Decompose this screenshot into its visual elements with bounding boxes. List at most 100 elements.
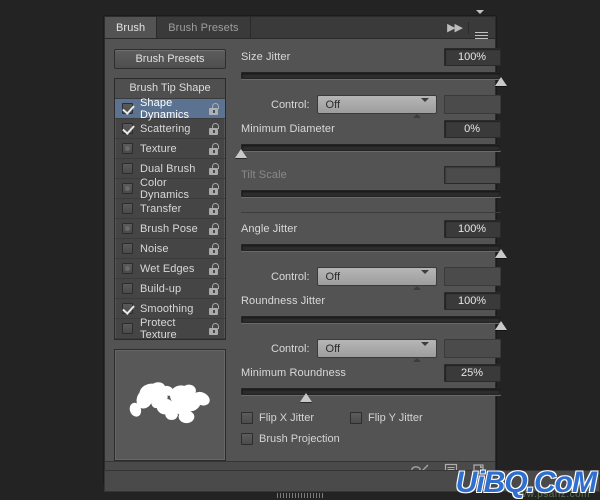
lock-open-icon[interactable] — [209, 262, 220, 275]
lock-open-icon[interactable] — [209, 122, 220, 135]
angle-jitter-row: Angle Jitter 100% — [241, 219, 501, 238]
roundness-jitter-track — [241, 316, 501, 323]
angle-jitter-track — [241, 244, 501, 251]
flip-y-jitter-checkbox[interactable] — [350, 412, 363, 424]
tab-brush-presets[interactable]: Brush Presets — [157, 17, 251, 38]
lock-open-icon[interactable] — [209, 242, 220, 255]
tabbar-tools: ▶▶ — [443, 10, 495, 41]
brush-option-label: Transfer — [140, 202, 182, 215]
angle-control-row: Control: Off — [241, 266, 501, 290]
minimum-diameter-slider[interactable] — [235, 143, 501, 159]
brush-option-checkbox[interactable] — [122, 223, 133, 234]
angle-control-extra-field — [443, 267, 501, 286]
brush-option-checkbox[interactable] — [122, 143, 133, 154]
brush-option-label: Smoothing — [140, 302, 194, 315]
minimum-diameter-knob[interactable] — [235, 149, 247, 158]
angle-jitter-value[interactable]: 100% — [443, 219, 501, 238]
brush-option-checkbox[interactable] — [122, 303, 133, 314]
tilt-scale-value — [443, 165, 501, 184]
lock-open-icon[interactable] — [209, 182, 220, 195]
brush-option-checkbox[interactable] — [122, 183, 133, 194]
brush-option-checkbox[interactable] — [122, 263, 133, 274]
panel-menu-icon[interactable] — [475, 10, 488, 41]
brush-preview-wrap — [114, 349, 226, 461]
brush-option-checkbox[interactable] — [122, 163, 133, 174]
lock-open-icon[interactable] — [209, 102, 220, 115]
brush-option-scattering[interactable]: Scattering — [115, 119, 225, 139]
flip-x-jitter-label: Flip X Jitter — [259, 412, 315, 424]
roundness-jitter-label: Roundness Jitter — [241, 294, 326, 307]
tab-brush[interactable]: Brush — [105, 17, 158, 38]
spinner-icon — [412, 98, 429, 118]
roundness-jitter-slider[interactable] — [241, 315, 507, 331]
watermark-text: UiBQ.CoM — [455, 466, 597, 499]
lock-open-icon[interactable] — [209, 282, 220, 295]
brush-presets-button[interactable]: Brush Presets — [114, 49, 226, 69]
size-jitter-knob[interactable] — [494, 77, 507, 86]
screen: Brush Brush Presets ▶▶ Brush Presets Bru… — [0, 0, 600, 500]
brush-option-label: Brush Pose — [140, 222, 198, 235]
brush-option-texture[interactable]: Texture — [115, 139, 225, 159]
brush-option-label: Dual Brush — [140, 162, 196, 175]
brush-option-label: Protect Texture — [140, 316, 177, 341]
brush-option-build-up[interactable]: Build-up — [115, 279, 225, 299]
size-jitter-value[interactable]: 100% — [443, 47, 501, 66]
brush-option-shape-dynamics[interactable]: Shape Dynamics — [115, 97, 225, 121]
brush-option-noise[interactable]: Noise — [115, 239, 225, 259]
tilt-scale-track — [241, 190, 501, 197]
lock-open-icon[interactable] — [209, 222, 220, 235]
brush-option-color-dynamics[interactable]: Color Dynamics — [115, 176, 225, 201]
minimum-diameter-value[interactable]: 0% — [443, 119, 501, 138]
angle-control-select[interactable]: Off — [316, 267, 437, 290]
angle-jitter-knob[interactable] — [494, 249, 507, 258]
brush-option-checkbox[interactable] — [122, 123, 133, 134]
tabbar-filler — [250, 17, 444, 38]
size-control-select[interactable]: Off — [316, 95, 437, 118]
size-jitter-slider[interactable] — [241, 71, 507, 87]
roundness-jitter-knob[interactable] — [494, 321, 507, 330]
angle-control-value: Off — [325, 271, 341, 283]
brush-option-checkbox[interactable] — [122, 203, 133, 214]
tilt-scale-label: Tilt Scale — [241, 168, 287, 181]
brush-projection-row: Brush Projection — [241, 433, 501, 445]
brush-stroke-shape — [129, 382, 210, 424]
size-control-value: Off — [325, 99, 341, 111]
lock-open-icon[interactable] — [209, 322, 220, 335]
brush-option-checkbox[interactable] — [122, 323, 133, 334]
resize-grip[interactable] — [277, 493, 323, 498]
lock-open-icon[interactable] — [209, 142, 220, 155]
brush-option-checkbox[interactable] — [122, 283, 133, 294]
brush-option-checkbox[interactable] — [122, 243, 133, 254]
brush-option-label: Texture — [140, 142, 177, 155]
minimum-roundness-label: Minimum Roundness — [241, 366, 347, 379]
flip-y-jitter-group: Flip Y Jitter — [350, 412, 423, 424]
lock-open-icon[interactable] — [209, 302, 220, 315]
brush-option-label: Build-up — [140, 282, 182, 295]
lock-open-icon[interactable] — [209, 202, 220, 215]
brush-option-transfer[interactable]: Transfer — [115, 199, 225, 219]
brush-option-brush-pose[interactable]: Brush Pose — [115, 219, 225, 239]
roundness-control-select[interactable]: Off — [316, 339, 437, 362]
angle-jitter-slider[interactable] — [241, 243, 507, 259]
minimum-roundness-slider[interactable] — [241, 387, 501, 403]
brush-stroke-preview — [114, 349, 226, 461]
brush-panel: Brush Brush Presets ▶▶ Brush Presets Bru… — [104, 10, 507, 483]
panel-body: Brush Presets Brush Tip Shape Shape Dyna… — [105, 39, 507, 463]
roundness-control-row: Control: Off — [241, 338, 501, 362]
flip-x-jitter-checkbox[interactable] — [241, 412, 253, 424]
brush-projection-label: Brush Projection — [259, 433, 340, 445]
lock-open-icon[interactable] — [209, 162, 220, 175]
minimum-roundness-knob[interactable] — [299, 393, 312, 402]
brush-option-protect-texture[interactable]: Protect Texture — [115, 316, 225, 341]
brush-projection-checkbox[interactable] — [241, 433, 253, 445]
brush-option-label: Color Dynamics — [140, 176, 190, 201]
minimum-roundness-value[interactable]: 25% — [443, 363, 501, 382]
minimum-roundness-row: Minimum Roundness 25% — [241, 363, 501, 382]
size-jitter-track — [241, 72, 501, 79]
flip-jitter-row: Flip X Jitter Flip Y Jitter — [241, 412, 501, 424]
roundness-jitter-value[interactable]: 100% — [443, 291, 501, 310]
double-chevron-right-icon[interactable]: ▶▶ — [447, 21, 463, 34]
brush-option-wet-edges[interactable]: Wet Edges — [115, 259, 225, 279]
angle-jitter-label: Angle Jitter — [241, 222, 298, 235]
brush-option-checkbox[interactable] — [122, 103, 133, 114]
